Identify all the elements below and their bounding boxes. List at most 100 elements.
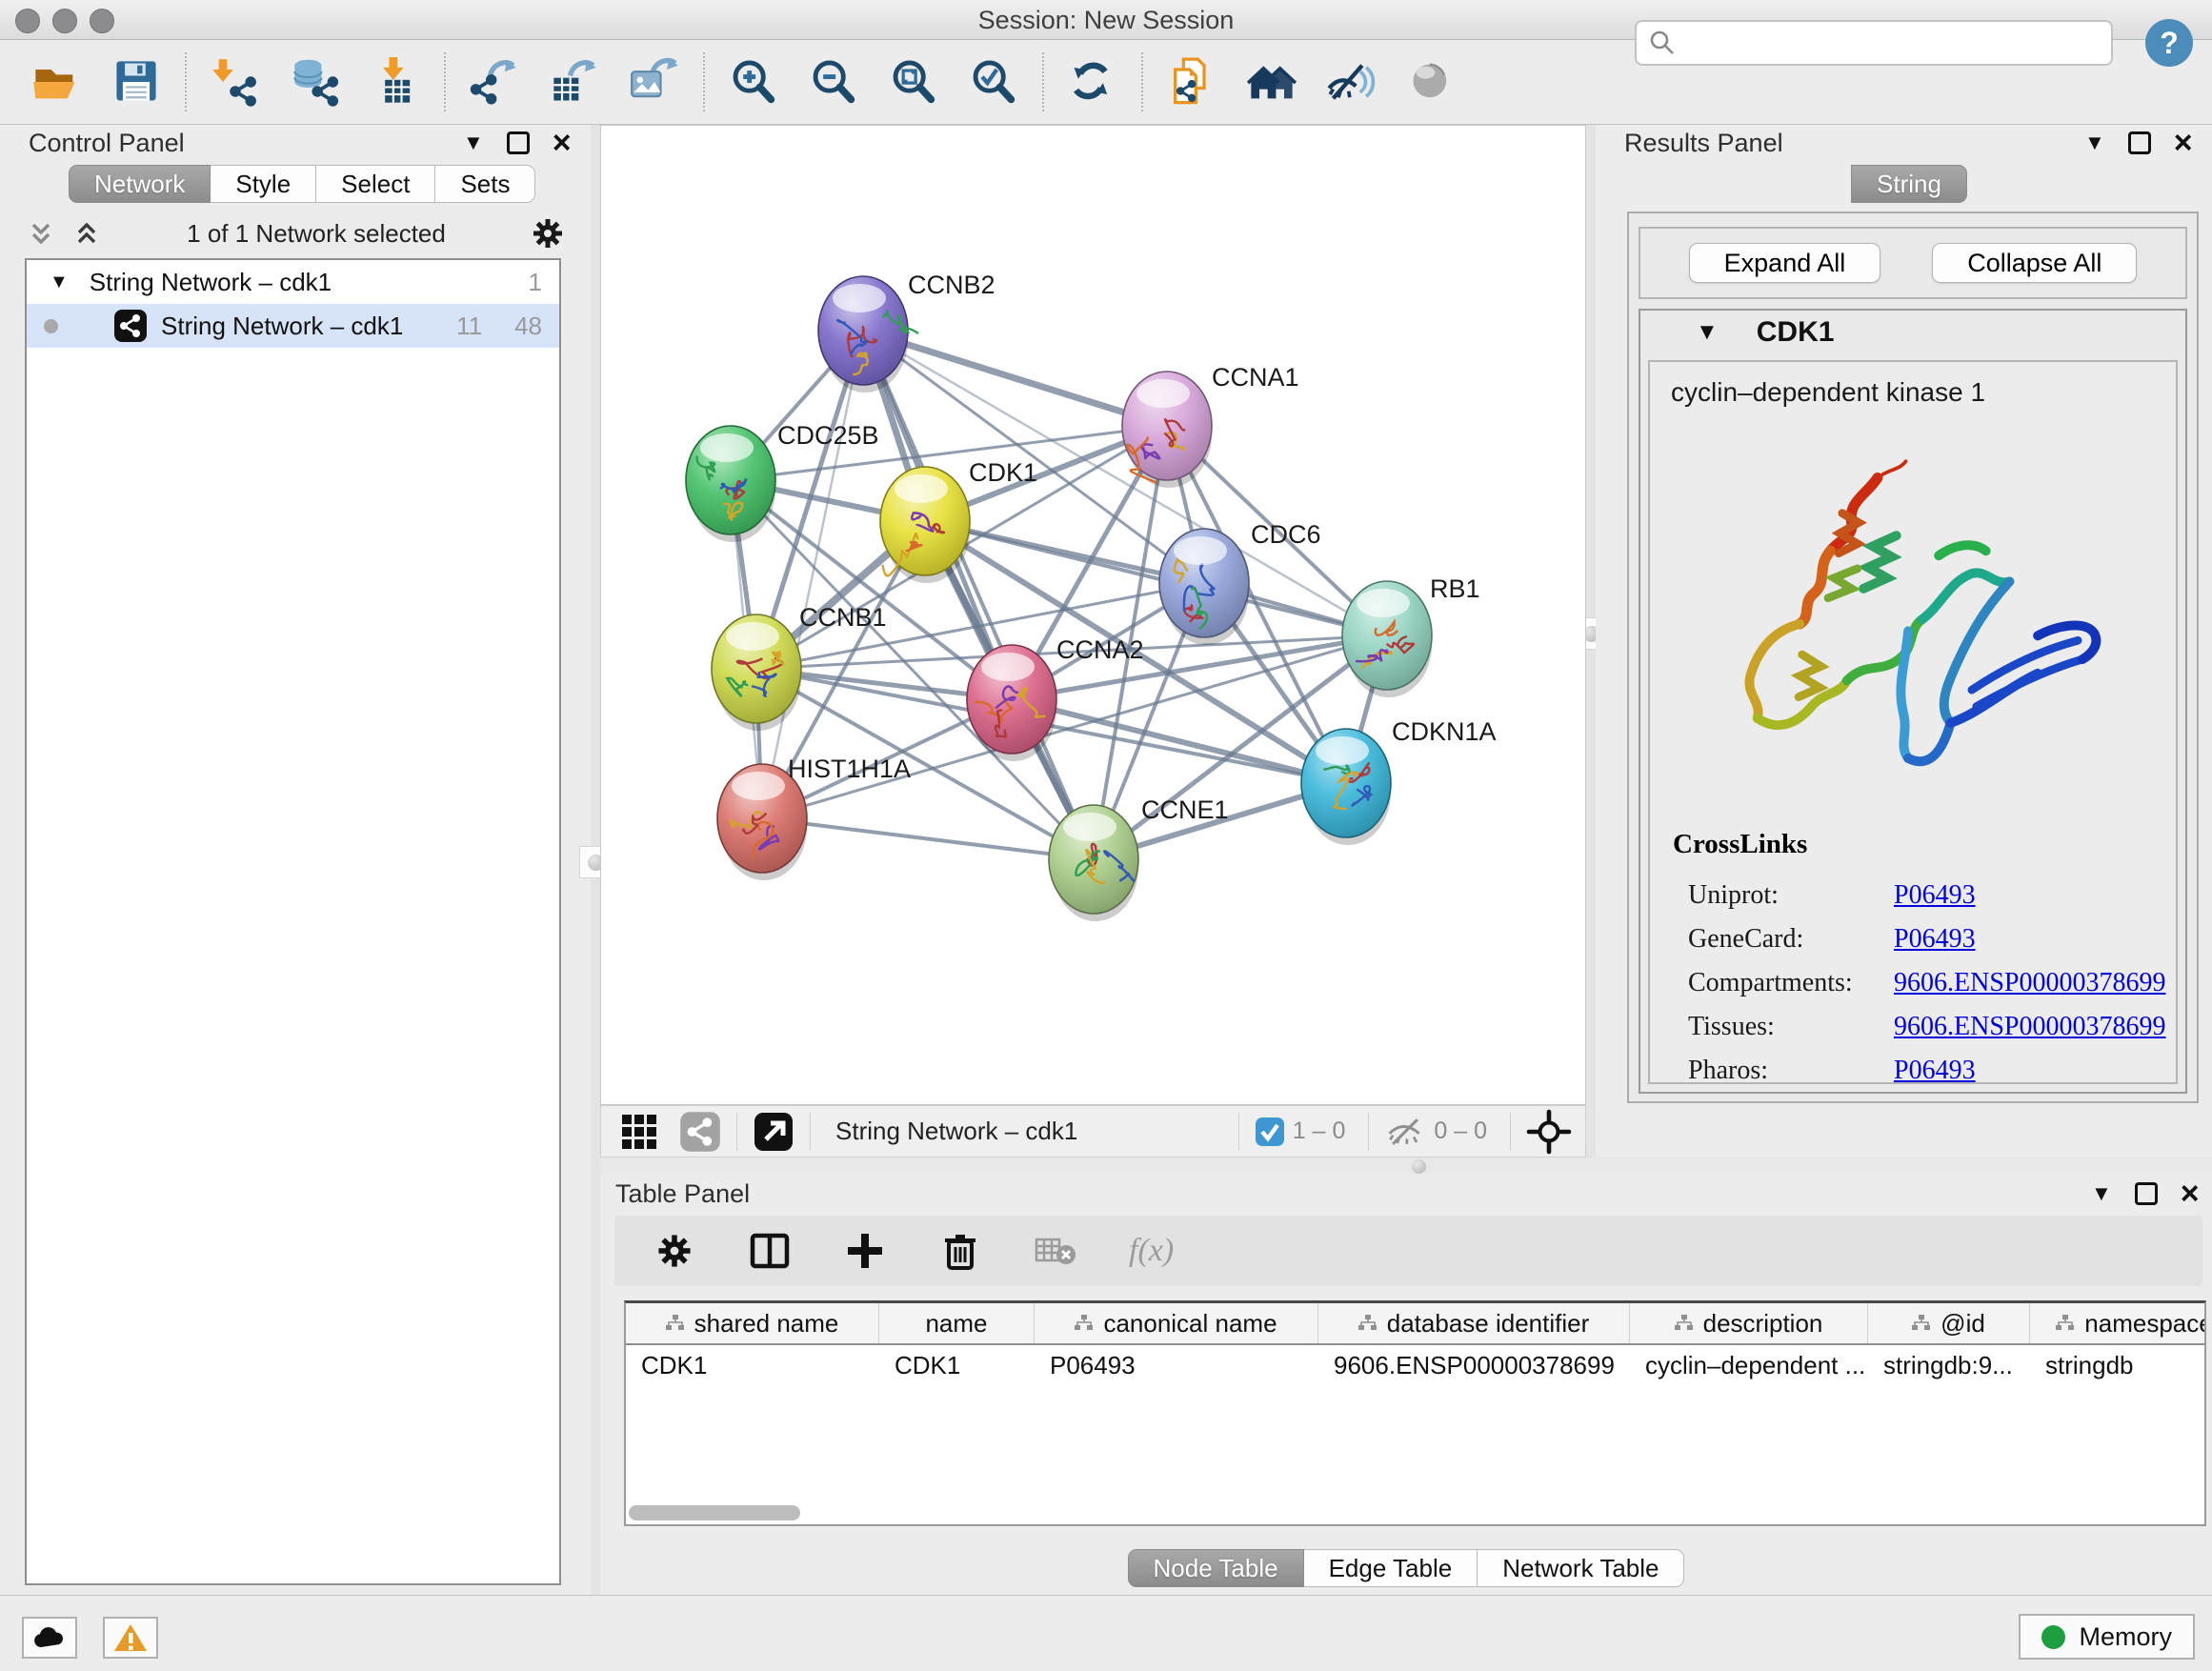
column-header-description[interactable]: description <box>1630 1303 1868 1343</box>
string-show-glass-button[interactable] <box>1404 54 1459 110</box>
crosslink-value-link[interactable]: 9606.ENSP00000378699 <box>1894 1012 2165 1042</box>
table-row[interactable]: CDK1CDK1P064939606.ENSP00000378699cyclin… <box>626 1345 2204 1385</box>
network-share-toggle-icon[interactable] <box>679 1111 721 1153</box>
table-panel-title: Table Panel <box>615 1176 750 1212</box>
network-node-CDKN1A[interactable] <box>1301 729 1391 845</box>
export-network-button[interactable] <box>467 54 522 110</box>
gene-section-header[interactable]: ▼ CDK1 <box>1640 311 2185 354</box>
network-node-CCNB1[interactable] <box>712 614 801 731</box>
crosslink-value-link[interactable]: P06493 <box>1894 924 1976 955</box>
function-builder-icon[interactable]: f(x) <box>1129 1233 1174 1269</box>
tab-network-table[interactable]: Network Table <box>1478 1549 1684 1587</box>
tab-select[interactable]: Select <box>316 165 435 203</box>
horizontal-splitter-grip[interactable] <box>1412 1159 1426 1174</box>
table-horizontal-scrollbar[interactable] <box>629 1505 800 1520</box>
collapse-all-chevrons-icon[interactable] <box>25 217 57 250</box>
help-button[interactable]: ? <box>2145 19 2193 67</box>
control-panel-float-icon[interactable] <box>507 131 530 154</box>
collection-disclosure-icon[interactable]: ▼ <box>50 272 69 293</box>
expand-all-chevrons-icon[interactable] <box>70 217 103 250</box>
gene-disclosure-icon[interactable]: ▼ <box>1696 319 1719 346</box>
horizontal-splitter[interactable] <box>600 1158 2212 1174</box>
save-session-button[interactable] <box>109 54 164 110</box>
open-in-window-icon[interactable] <box>753 1111 794 1153</box>
tab-style[interactable]: Style <box>211 165 316 203</box>
column-header--id[interactable]: @id <box>1868 1303 2030 1343</box>
crosslink-value-link[interactable]: 9606.ENSP00000378699 <box>1894 968 2165 998</box>
network-canvas[interactable]: CCNB2CCNA1CDC25BCDK1CDC6RB1CCNB1CCNA2CDK… <box>600 125 1586 1105</box>
expand-all-button[interactable]: Expand All <box>1689 243 1881 283</box>
column-header-name[interactable]: name <box>879 1303 1035 1343</box>
zoom-selected-button[interactable] <box>966 54 1021 110</box>
network-node-CDK1[interactable] <box>880 467 970 583</box>
network-edge-CCNB2-CCNA1[interactable] <box>863 331 1167 426</box>
warnings-button[interactable] <box>103 1617 158 1659</box>
tab-network[interactable]: Network <box>69 165 211 203</box>
tab-string[interactable]: String <box>1851 165 1967 203</box>
add-column-icon[interactable] <box>843 1229 887 1273</box>
network-node-RB1[interactable] <box>1342 581 1432 697</box>
network-node-CCNA2[interactable] <box>967 645 1056 761</box>
show-column-panel-icon[interactable] <box>748 1229 792 1273</box>
memory-button[interactable]: Memory <box>2019 1614 2195 1660</box>
network-node-CCNA1[interactable] <box>1122 372 1212 488</box>
string-home-button[interactable] <box>1244 54 1299 110</box>
column-header-namespace[interactable]: namespace <box>2030 1303 2206 1343</box>
apply-layout-button[interactable] <box>1065 54 1120 110</box>
results-panel-menu-arrow-icon[interactable]: ▼ <box>2084 131 2105 155</box>
network-node-CDC6[interactable] <box>1159 529 1249 645</box>
network-options-gear-icon[interactable] <box>530 215 566 252</box>
zoom-in-button[interactable] <box>726 54 781 110</box>
network-row[interactable]: String Network – cdk1 11 48 <box>27 304 559 348</box>
network-collection-row[interactable]: ▼ String Network – cdk1 1 <box>27 260 559 304</box>
string-results-box: Expand All Collapse All ▼ CDK1 cyclin–de… <box>1627 211 2199 1103</box>
zoom-out-button[interactable] <box>806 54 861 110</box>
memory-status-dot <box>2041 1625 2065 1649</box>
column-header-canonical-name[interactable]: canonical name <box>1035 1303 1318 1343</box>
string-results-buttons: Expand All Collapse All <box>1639 227 2187 299</box>
table-panel-close-icon[interactable]: × <box>2181 1182 2200 1205</box>
string-import-button[interactable] <box>1164 54 1219 110</box>
export-table-button[interactable] <box>547 54 602 110</box>
tab-edge-table[interactable]: Edge Table <box>1304 1549 1478 1587</box>
export-image-button[interactable] <box>627 54 682 110</box>
table-gear-icon[interactable] <box>653 1229 696 1273</box>
delete-column-icon[interactable] <box>938 1229 982 1273</box>
table-panel-menu-arrow-icon[interactable]: ▼ <box>2091 1181 2112 1206</box>
string-hide-glass-button[interactable] <box>1324 54 1379 110</box>
refresh-icon <box>1068 57 1117 107</box>
center-view-crosshair-icon[interactable] <box>1526 1109 1572 1155</box>
birdseye-grid-icon[interactable] <box>618 1111 660 1153</box>
tab-node-table[interactable]: Node Table <box>1128 1549 1304 1587</box>
open-session-button[interactable] <box>29 54 84 110</box>
table-panel-float-icon[interactable] <box>2135 1182 2158 1205</box>
results-panel-float-icon[interactable] <box>2128 131 2151 154</box>
crosslink-label: Uniprot: <box>1673 880 1894 911</box>
network-node-CCNE1[interactable] <box>1049 805 1138 921</box>
app-window: Session: New Session ? Control Panel ▼ ×… <box>0 0 2212 1671</box>
control-panel-close-icon[interactable]: × <box>553 131 572 154</box>
collapse-all-button[interactable]: Collapse All <box>1932 243 2137 283</box>
import-table-button[interactable] <box>368 54 423 110</box>
network-edge-CCNE1-HIST1H1A[interactable] <box>762 818 1094 859</box>
tab-sets[interactable]: Sets <box>435 165 535 203</box>
network-node-CCNB2[interactable] <box>818 276 918 393</box>
search-input[interactable] <box>1677 29 2111 57</box>
hidden-eye-icon[interactable] <box>1384 1113 1426 1151</box>
network-edge-CCNB2-HIST1H1A[interactable] <box>762 331 863 818</box>
delete-table-icon[interactable] <box>1034 1229 1077 1273</box>
crosslink-value-link[interactable]: P06493 <box>1894 880 1976 911</box>
import-network-from-database-button[interactable] <box>288 54 343 110</box>
warning-icon <box>113 1622 148 1653</box>
fit-content-button[interactable] <box>886 54 941 110</box>
network-node-CDC25B[interactable] <box>686 426 775 542</box>
import-network-button[interactable] <box>208 54 263 110</box>
cloud-button[interactable] <box>22 1617 77 1659</box>
crosslink-value-link[interactable]: P06493 <box>1894 1056 1976 1084</box>
control-panel-menu-arrow-icon[interactable]: ▼ <box>463 131 484 155</box>
selected-checkbox-icon[interactable] <box>1255 1117 1285 1147</box>
results-panel-close-icon[interactable]: × <box>2174 131 2193 154</box>
node-label-CCNA2: CCNA2 <box>1056 635 1144 664</box>
column-header-shared-name[interactable]: shared name <box>626 1303 879 1343</box>
column-header-database-identifier[interactable]: database identifier <box>1318 1303 1630 1343</box>
